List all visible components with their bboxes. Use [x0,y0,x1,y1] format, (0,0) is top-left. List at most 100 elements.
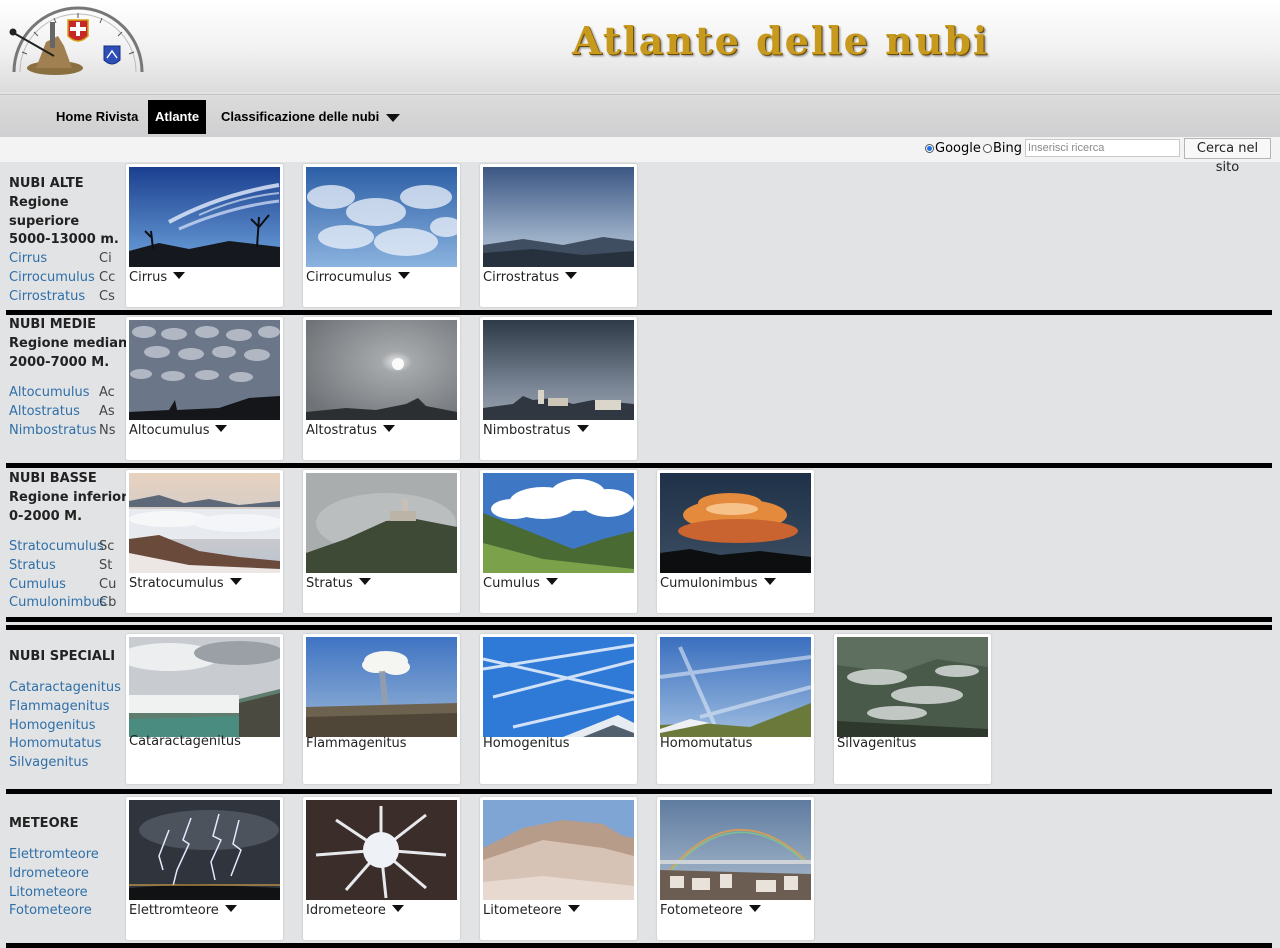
photo-silvagenitus[interactable] [837,637,988,737]
photo-idrometeore[interactable] [306,800,457,900]
nav-home-rivista-label: Home Rivista [56,109,139,124]
photo-homomutatus[interactable] [660,637,811,737]
chevron-down-icon[interactable] [748,905,761,912]
photo-fotometeore[interactable] [660,800,811,900]
photo-cirrostratus[interactable] [483,167,634,267]
card-stratus[interactable]: Stratus [303,470,460,613]
photo-cataractagenitus[interactable] [129,637,280,737]
section-title-line: Regione mediana [9,335,137,351]
nav-classificazione-dropdown[interactable]: Classificazione delle nubi [221,100,401,134]
card-homogenitus[interactable]: Homogenitus [480,634,637,784]
chevron-down-icon[interactable] [397,272,410,279]
chevron-down-icon[interactable] [567,905,580,912]
card-stratocumulus[interactable]: Stratocumulus [126,470,283,613]
card-label-text: Flammagenitus [306,736,407,751]
link-cirrus[interactable]: Cirrus [9,251,47,266]
photo-elettrometeore[interactable] [129,800,280,900]
list-item: Litometeore [9,884,119,903]
search-button[interactable]: Cerca nel sito [1184,138,1271,175]
chevron-down-icon[interactable] [358,578,371,585]
photo-altostratus[interactable] [306,320,457,420]
link-cataractagenitus[interactable]: Cataractagenitus [9,680,121,695]
card-silvagenitus[interactable]: Silvagenitus [834,634,991,784]
card-label-text: Nimbostratus [483,423,571,438]
photo-flammagenitus[interactable] [306,637,457,737]
photo-cumulus[interactable] [483,473,634,573]
search-placeholder: Inserisci ricerca [1028,142,1105,154]
link-cirrostratus[interactable]: Cirrostratus [9,289,85,304]
photo-altocumulus[interactable] [129,320,280,420]
search-input[interactable]: Inserisci ricerca [1025,139,1180,157]
card-fotometeore[interactable]: Fotometeore [657,797,814,940]
link-cumulus[interactable]: Cumulus [9,577,66,592]
card-altostratus[interactable]: Altostratus [303,317,460,460]
list-item: Cumulonimbus Cb [9,594,119,613]
card-flammagenitus[interactable]: Flammagenitus [303,634,460,784]
link-homogenitus[interactable]: Homogenitus [9,718,96,733]
section-divider [6,625,1272,630]
abbr: Cb [99,595,117,611]
link-cirrocumulus[interactable]: Cirrocumulus [9,270,95,285]
chevron-down-icon[interactable] [576,425,589,432]
chevron-down-icon[interactable] [545,578,558,585]
chevron-down-icon[interactable] [565,272,578,279]
card-cirrocumulus[interactable]: Cirrocumulus [303,164,460,307]
link-elettrometeore[interactable]: Elettromteore [9,847,99,862]
card-altocumulus[interactable]: Altocumulus [126,317,283,460]
link-altocumulus[interactable]: Altocumulus [9,385,89,400]
abbr: Cc [99,269,116,285]
photo-stratus[interactable] [306,473,457,573]
photo-litometeore[interactable] [483,800,634,900]
chevron-down-icon[interactable] [763,578,776,585]
card-cumulonimbus[interactable]: Cumulonimbus [657,470,814,613]
card-label-text: Idrometeore [306,903,386,918]
search-engine-bing[interactable]: Bing [983,141,1022,156]
link-litometeore[interactable]: Litometeore [9,885,88,900]
chevron-down-icon[interactable] [229,578,242,585]
list-item: Nimbostratus Ns [9,422,119,441]
link-cumulonimbus[interactable]: Cumulonimbus [9,595,107,610]
chevron-down-icon[interactable] [215,425,228,432]
card-label: Stratus [306,576,371,591]
photo-cirrocumulus[interactable] [306,167,457,267]
link-fotometeore[interactable]: Fotometeore [9,903,92,918]
nav-home-rivista[interactable]: Home Rivista [56,100,138,134]
abbr: As [99,403,115,419]
section-divider [6,617,1272,622]
card-cumulus[interactable]: Cumulus [480,470,637,613]
link-silvagenitus[interactable]: Silvagenitus [9,755,88,770]
link-stratus[interactable]: Stratus [9,558,56,573]
photo-stratocumulus[interactable] [129,473,280,573]
photo-cirrus[interactable] [129,167,280,267]
card-label-text: Litometeore [483,903,562,918]
search-engine-google[interactable]: Google [925,141,981,156]
site-logo[interactable] [8,6,148,80]
link-nimbostratus[interactable]: Nimbostratus [9,423,97,438]
card-homomutatus[interactable]: Homomutatus [657,634,814,784]
chevron-down-icon[interactable] [224,905,237,912]
photo-nimbostratus[interactable] [483,320,634,420]
nav-atlante[interactable]: Atlante [148,100,207,134]
chevron-down-icon[interactable] [391,905,404,912]
card-cirrostratus[interactable]: Cirrostratus [480,164,637,307]
card-cataractagenitus[interactable]: Cataractagenitus [126,634,283,784]
card-elettrometeore[interactable]: Elettromteore [126,797,283,940]
link-flammagenitus[interactable]: Flammagenitus [9,699,110,714]
nav-classificazione-label: Classificazione delle nubi [221,109,380,124]
link-altostratus[interactable]: Altostratus [9,404,80,419]
card-cirrus[interactable]: Cirrus [126,164,283,307]
card-litometeore[interactable]: Litometeore [480,797,637,940]
chevron-down-icon[interactable] [173,272,186,279]
link-homomutatus[interactable]: Homomutatus [9,736,101,751]
photo-cumulonimbus[interactable] [660,473,811,573]
card-label-text: Stratus [306,576,353,591]
chevron-down-icon[interactable] [382,425,395,432]
photo-homogenitus[interactable] [483,637,634,737]
link-stratocumulus[interactable]: Stratocumulus [9,539,104,554]
card-label: Flammagenitus [306,736,407,751]
card-idrometeore[interactable]: Idrometeore [303,797,460,940]
link-idrometeore[interactable]: Idrometeore [9,866,89,881]
card-label-text: Stratocumulus [129,576,224,591]
section-title-line: Regione inferiore [9,489,137,505]
card-nimbostratus[interactable]: Nimbostratus [480,317,637,460]
